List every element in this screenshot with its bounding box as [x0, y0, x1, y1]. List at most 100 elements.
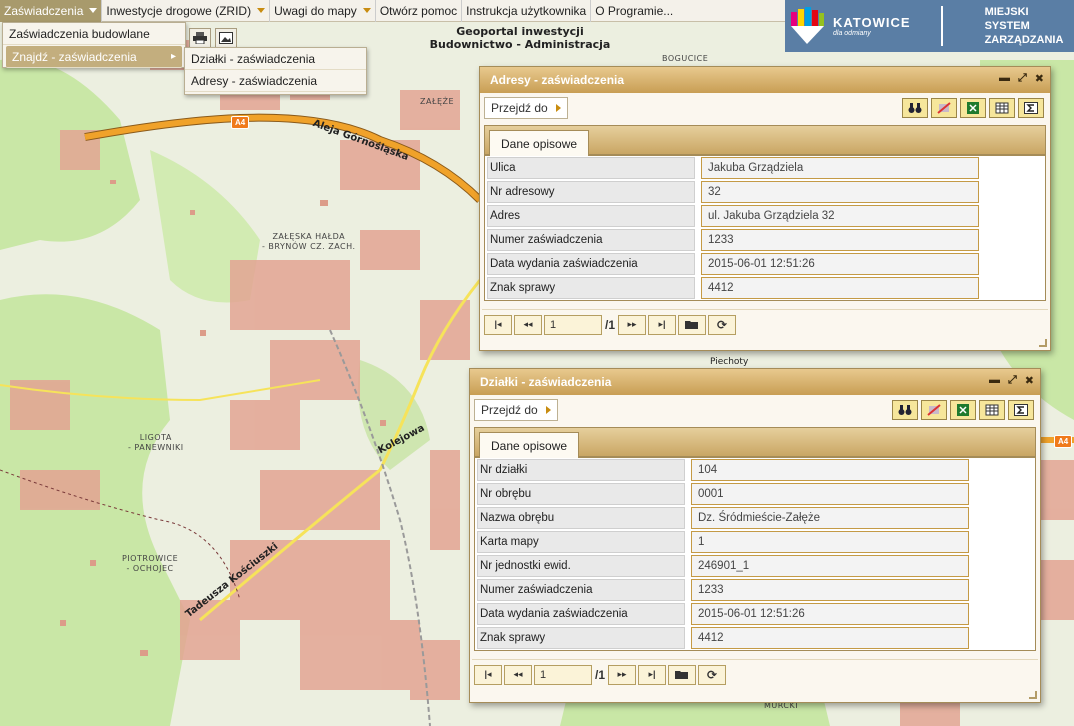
attribute-value[interactable]: 32	[701, 181, 979, 203]
prev-page-icon: ◂◂	[523, 319, 533, 329]
window-titlebar[interactable]: Działki - zaświadczenia ▬ ⤢ ✖	[470, 369, 1040, 395]
menu-pomoc-label: Otwórz pomoc	[379, 3, 458, 18]
clear-selection-button[interactable]	[931, 98, 957, 118]
prev-page-button[interactable]: ◂◂	[514, 314, 542, 335]
first-page-button[interactable]: |◂	[484, 314, 512, 335]
window-titlebar[interactable]: Adresy - zaświadczenia ▬ ⤢ ✖	[480, 67, 1050, 93]
attribute-row: Znak sprawy 4412	[475, 626, 1035, 650]
sigma-icon	[1024, 102, 1038, 114]
attribute-row: Nr działki 104	[475, 458, 1035, 482]
table-view-button[interactable]	[989, 98, 1015, 118]
attribute-label: Numer zaświadczenia	[487, 229, 695, 251]
refresh-button[interactable]: ⟳	[698, 664, 727, 685]
minimize-icon[interactable]: ▬	[989, 374, 1000, 387]
sum-button[interactable]	[1008, 400, 1034, 420]
attribute-value[interactable]: 1233	[691, 579, 969, 601]
first-page-button[interactable]: |◂	[474, 664, 502, 685]
binoculars-button[interactable]	[892, 400, 918, 420]
close-icon[interactable]: ✖	[1035, 72, 1044, 85]
last-page-icon: ▸|	[648, 669, 656, 679]
open-folder-button[interactable]	[678, 314, 707, 335]
last-page-button[interactable]: ▸|	[638, 664, 667, 685]
przejdz-do-button[interactable]: Przejdź do	[484, 97, 568, 119]
attribute-value[interactable]: 1	[691, 531, 969, 553]
resize-handle[interactable]	[1039, 339, 1047, 347]
maximize-icon[interactable]: ⤢	[1008, 374, 1017, 387]
sum-button[interactable]	[1018, 98, 1044, 118]
menu-o-programie[interactable]: O Programie...	[591, 0, 677, 22]
menu-inwestycje[interactable]: Inwestycje drogowe (ZRID)	[102, 0, 271, 22]
window-icon-buttons	[892, 400, 1034, 420]
portal-title-line1: Geoportal inwestycji	[456, 25, 584, 38]
attribute-value[interactable]: 4412	[701, 277, 979, 299]
pager: |◂ ◂◂ 1 /1 ▸▸ ▸| ⟳	[482, 309, 1048, 339]
attribute-value[interactable]: 4412	[691, 627, 969, 649]
attribute-value[interactable]: ul. Jakuba Grządziela 32	[701, 205, 979, 227]
menu-instrukcja[interactable]: Instrukcja użytkownika	[462, 0, 592, 22]
attribute-label: Adres	[487, 205, 695, 227]
next-page-button[interactable]: ▸▸	[608, 664, 637, 685]
prev-page-button[interactable]: ◂◂	[504, 664, 532, 685]
export-excel-button[interactable]	[950, 400, 976, 420]
binoculars-button[interactable]	[902, 98, 928, 118]
attribute-value[interactable]: 1233	[701, 229, 979, 251]
export-excel-button[interactable]	[960, 98, 986, 118]
tab-dane-opisowe[interactable]: Dane opisowe	[489, 130, 590, 156]
a4-badge-east: A4	[1054, 435, 1073, 448]
attribute-value[interactable]: 2015-06-01 12:51:26	[691, 603, 969, 625]
excel-icon	[967, 102, 979, 114]
attribute-value[interactable]: 246901_1	[691, 555, 969, 577]
menu-uwagi[interactable]: Uwagi do mapy	[270, 0, 376, 22]
page-total: /1	[595, 667, 606, 682]
katowice-logo-mark	[789, 6, 825, 46]
binoculars-icon	[898, 405, 912, 415]
menu-item-znajdz[interactable]: Znajdź - zaświadczenia ▸	[6, 46, 182, 68]
window-controls: ▬ ⤢ ✖	[999, 72, 1044, 85]
katowice-logo: KATOWICE dla odmiany MIEJSKI SYSTEM ZARZ…	[785, 0, 1074, 52]
menu-item-label: Działki - zaświadczenia	[191, 51, 316, 66]
attribute-row: Numer zaświadczenia 1233	[475, 578, 1035, 602]
next-page-button[interactable]: ▸▸	[618, 314, 647, 335]
table-view-button[interactable]	[979, 400, 1005, 420]
attribute-row: Numer zaświadczenia 1233	[485, 228, 1045, 252]
refresh-button[interactable]: ⟳	[708, 314, 737, 335]
menu-pomoc[interactable]: Otwórz pomoc	[376, 0, 463, 22]
menu-instrukcja-label: Instrukcja użytkownika	[466, 3, 587, 18]
export-image-button[interactable]	[215, 28, 237, 48]
dropdown-zaswiadczenia: Zaświadczenia budowlane Znajdź - zaświad…	[2, 22, 186, 68]
attribute-value[interactable]: Jakuba Grządziela	[701, 157, 979, 179]
maximize-icon[interactable]: ⤢	[1018, 72, 1027, 85]
przejdz-do-button[interactable]: Przejdź do	[474, 399, 558, 421]
menu-item-zaswiadczenia-budowlane[interactable]: Zaświadczenia budowlane	[3, 23, 185, 45]
attribute-value[interactable]: 0001	[691, 483, 969, 505]
chevron-right-icon: ▸	[170, 51, 176, 62]
chevron-down-icon	[257, 8, 266, 13]
attributes-grid: Nr działki 104 Nr obrębu 0001 Nazwa obrębu…	[474, 457, 1036, 651]
close-icon[interactable]: ✖	[1025, 374, 1034, 387]
page-number-input[interactable]: 1	[534, 664, 592, 685]
menu-item-adresy[interactable]: Adresy - zaświadczenia	[185, 70, 366, 92]
print-button[interactable]	[189, 28, 211, 48]
folder-icon	[685, 321, 699, 329]
resize-handle[interactable]	[1029, 691, 1037, 699]
prev-page-icon: ◂◂	[513, 669, 523, 679]
attribute-label: Nazwa obrębu	[477, 507, 685, 529]
menu-o-programie-label: O Programie...	[595, 3, 674, 18]
attribute-value[interactable]: Dz. Śródmieście-Załęże	[691, 507, 969, 529]
attribute-value[interactable]: 2015-06-01 12:51:26	[701, 253, 979, 275]
portal-title: Geoportal inwestycji Budownictwo - Admin…	[410, 25, 630, 51]
menu-zaswiadczenia[interactable]: Zaświadczenia	[0, 0, 103, 22]
attribute-label: Znak sprawy	[477, 627, 685, 649]
menu-item-dzialki[interactable]: Działki - zaświadczenia	[185, 48, 366, 70]
clear-selection-button[interactable]	[921, 400, 947, 420]
minimize-icon[interactable]: ▬	[999, 72, 1010, 85]
attribute-value[interactable]: 104	[691, 459, 969, 481]
last-page-button[interactable]: ▸|	[648, 314, 677, 335]
refresh-icon: ⟳	[716, 317, 728, 332]
page-number-input[interactable]: 1	[544, 314, 602, 335]
open-folder-button[interactable]	[668, 664, 697, 685]
chevron-down-icon	[89, 8, 98, 13]
tab-dane-opisowe[interactable]: Dane opisowe	[479, 432, 580, 458]
district-label-zaleska-line2: - BRYNÓW CZ. ZACH.	[262, 242, 356, 251]
table-icon	[985, 404, 999, 416]
